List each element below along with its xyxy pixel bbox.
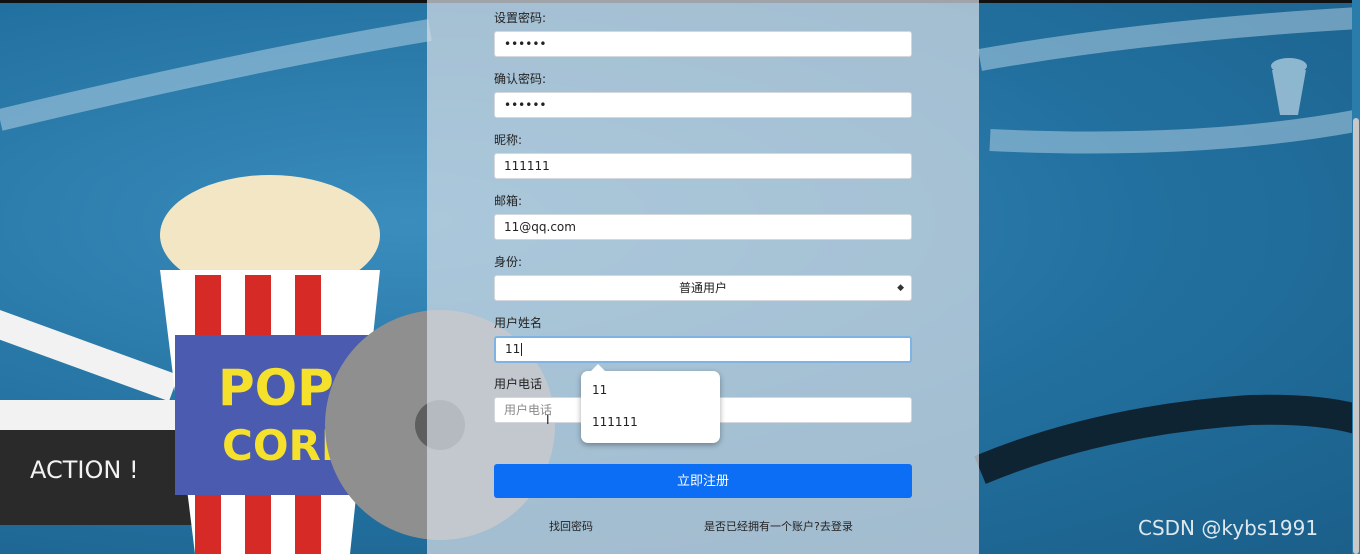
popcorn-icon-right [1271, 58, 1307, 115]
autocomplete-item[interactable]: 11 [592, 383, 607, 397]
poster-text-pop: POP [218, 359, 334, 417]
clapper-text: ACTION ! [30, 456, 139, 484]
nickname-field[interactable]: 111111 [494, 153, 912, 179]
realname-field[interactable]: 11 [494, 336, 912, 363]
confirm-password-field[interactable]: •••••• [494, 92, 912, 118]
film-strip-bottom [974, 394, 1360, 484]
select-updown-icon: ◆ [897, 283, 904, 293]
csdn-watermark: CSDN @kybs1991 [1138, 516, 1319, 540]
realname-value: 11 [505, 342, 521, 356]
email-label: 邮箱: [494, 194, 523, 208]
text-caret [521, 343, 523, 356]
phone-label: 用户电话 [494, 377, 543, 391]
scrollbar[interactable] [1352, 0, 1360, 554]
password-label: 设置密码: [494, 11, 547, 25]
role-select[interactable]: 普通用户 ◆ [494, 275, 912, 301]
email-field[interactable]: 11@qq.com [494, 214, 912, 240]
text-cursor-icon: I [546, 413, 550, 427]
register-button[interactable]: 立即注册 [494, 464, 912, 498]
scrollbar-thumb[interactable] [1353, 118, 1359, 554]
autocomplete-item[interactable]: 111111 [592, 415, 638, 429]
login-link[interactable]: 是否已经拥有一个账户?去登录 [704, 518, 853, 534]
role-select-value: 普通用户 [678, 281, 727, 295]
nickname-label: 昵称: [494, 133, 523, 147]
role-label: 身份: [494, 255, 523, 269]
realname-label: 用户姓名 [494, 316, 543, 330]
password-field[interactable]: •••••• [494, 31, 912, 57]
forgot-password-link[interactable]: 找回密码 [549, 518, 593, 534]
confirm-password-label: 确认密码: [494, 72, 547, 86]
autocomplete-dropdown: 11 111111 [581, 364, 720, 443]
